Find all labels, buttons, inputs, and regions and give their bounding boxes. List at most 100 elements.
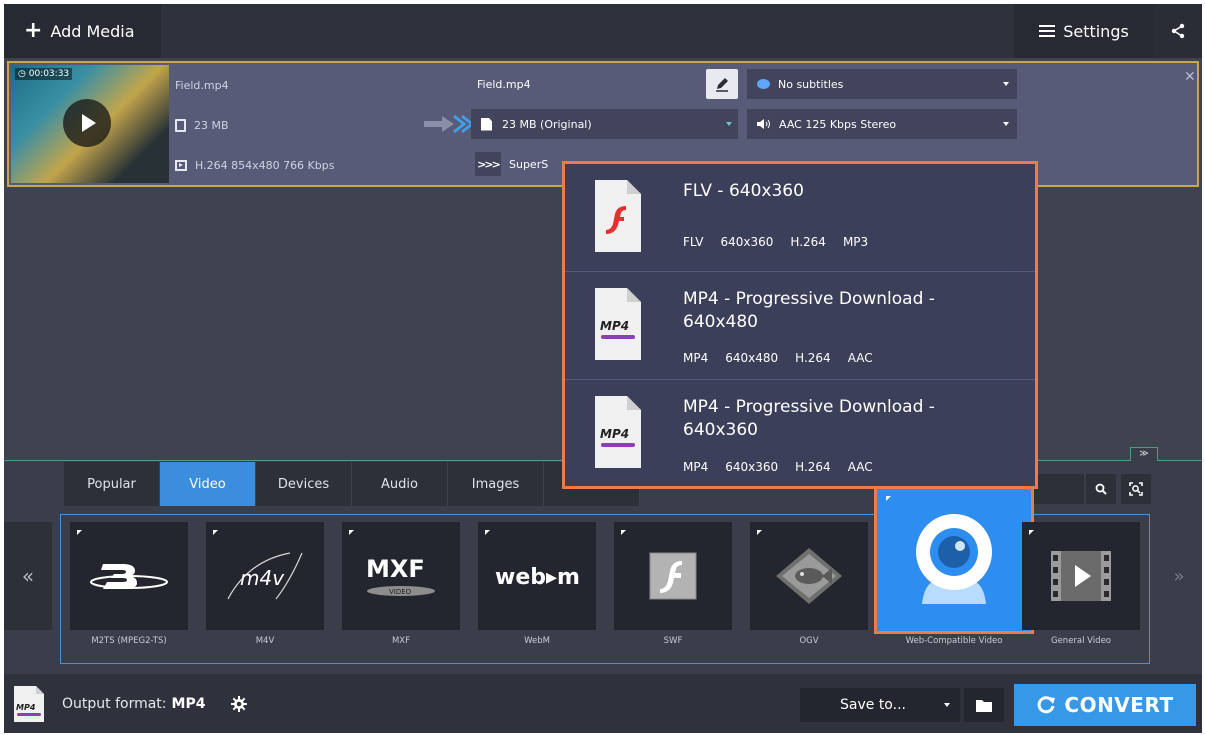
source-filename: Field.mp4 [175,79,229,92]
bluray-icon [90,564,168,589]
mp4-file-icon: MP4 [595,396,641,468]
format-label-m4v: M4V [255,636,275,646]
file-icon [175,119,186,132]
svg-text:MP4: MP4 [600,319,629,333]
quality-button[interactable]: >>> SuperS [471,149,561,179]
close-icon[interactable]: ✕ [1184,69,1196,85]
detect-device-button[interactable] [1121,474,1151,504]
pencil-icon [716,78,728,92]
source-size: 23 MB [175,119,229,132]
preset-title: MP4 - Progressive Download - 640x360 [683,397,935,440]
rename-button[interactable] [706,69,738,99]
svg-text:web▸m: web▸m [495,565,580,590]
output-format-label: Output format: MP4 [62,695,206,712]
video-icon [175,160,187,171]
share-button[interactable] [1154,4,1202,58]
format-label-general-video: General Video [1050,636,1111,646]
scroll-right-button[interactable]: » [1156,522,1202,630]
refresh-icon [1038,696,1056,714]
open-folder-button[interactable] [964,688,1004,722]
format-label-web-compatible: Web-Compatible Video [905,636,1003,646]
tab-images[interactable]: Images [448,462,544,506]
svg-text:MP4: MP4 [600,427,629,441]
source-codec: H.264 854x480 766 Kbps [175,159,334,172]
convert-arrow-icon [424,114,474,134]
add-media-button[interactable]: + Add Media [4,4,161,58]
collapse-panel-icon[interactable]: ≫ [1130,447,1158,461]
scroll-left-button[interactable]: « [4,522,52,630]
format-tile-swf[interactable] [614,522,732,630]
svg-text:MXF: MXF [366,555,425,583]
format-label-webm: WebM [524,636,550,646]
preset-popup: FLV - 640x360 FLV 640x360 H.264 MP3 MP4 MP4… [562,161,1038,489]
webcam-icon [916,514,992,604]
mxf-icon: MXF VIDEO [366,555,435,596]
tab-video[interactable]: Video [160,462,256,506]
chevron-down-icon [1003,122,1009,126]
film-play-icon [1051,551,1111,601]
mp4-file-icon: MP4 [14,686,44,722]
format-tile-m4v[interactable]: m4v [206,522,324,630]
app-window: + Add Media Settings ◷ 00:03:33 Field.mp… [4,4,1202,733]
format-tabs: Popular Video Devices Audio Images Custo… [64,462,640,506]
m4v-icon: m4v [227,552,303,600]
preset-item-mp4-640x480[interactable]: MP4 MP4 - Progressive Download - 640x480… [565,272,1035,380]
convert-button[interactable]: CONVERT [1014,684,1196,726]
speech-bubble-icon [757,79,770,89]
video-thumbnail[interactable]: ◷ 00:03:33 [11,65,169,183]
output-filename[interactable]: Field.mp4 [471,69,741,99]
duration-badge: ◷ 00:03:33 [15,68,73,80]
preset-item-flv-640x360[interactable]: FLV - 640x360 FLV 640x360 H.264 MP3 [565,164,1035,272]
preset-specs: FLV 640x360 H.264 MP3 [683,235,869,249]
format-tile-web-compatible[interactable] [874,484,1034,634]
play-icon[interactable] [63,99,111,147]
search-button[interactable] [1086,474,1116,504]
settings-label: Settings [1063,21,1129,41]
output-size-select[interactable]: 23 MB (Original) [471,109,738,139]
save-to-select[interactable]: Save to... [800,688,960,722]
device-search-icon [1129,482,1143,496]
settings-button[interactable]: Settings [1014,4,1154,58]
format-tile-webm[interactable]: web▸m [478,522,596,630]
top-toolbar: + Add Media Settings [4,4,1202,58]
add-media-label: Add Media [50,21,135,41]
tab-popular[interactable]: Popular [64,462,160,506]
bottom-bar: MP4 Output format: MP4 Save to... CONVER… [4,674,1202,733]
chevron-down-icon [944,703,950,707]
gear-icon [231,696,247,712]
mp4-file-icon: MP4 [595,288,641,360]
svg-text:m4v: m4v [240,566,285,590]
chevron-down-icon [1003,82,1009,86]
preset-specs: MP4 640x360 H.264 AAC [683,460,873,474]
tab-audio[interactable]: Audio [352,462,448,506]
ogv-fish-icon [776,548,842,604]
format-label-m2ts: M2TS (MPEG2-TS) [91,636,167,646]
chevron-down-icon [726,122,732,126]
svg-text:VIDEO: VIDEO [389,588,412,596]
format-label-swf: SWF [663,636,683,646]
format-tile-ogv[interactable] [750,522,868,630]
folder-icon [976,699,992,712]
tab-devices[interactable]: Devices [256,462,352,506]
format-tile-m2ts[interactable] [70,522,188,630]
quality-icon: >>> [475,152,501,176]
format-label-mxf: MXF [391,636,411,646]
plus-icon: + [24,18,43,43]
format-settings-button[interactable] [224,690,254,718]
subtitles-select[interactable]: No subtitles [747,69,1017,99]
format-tile-general-video[interactable] [1022,522,1140,630]
webm-icon: web▸m [495,565,580,590]
audio-track-select[interactable]: AAC 125 Kbps Stereo [747,109,1017,139]
format-tile-mxf[interactable]: MXF VIDEO [342,522,460,630]
preset-title: FLV - 640x360 [683,181,804,201]
menu-icon [1039,25,1056,37]
svg-text:MP4: MP4 [16,703,36,712]
preset-specs: MP4 640x480 H.264 AAC [683,351,873,365]
file-icon [481,117,492,131]
flash-icon [649,552,697,600]
share-icon [1171,23,1185,39]
flash-file-icon [595,180,641,252]
output-format-value: MP4 [171,695,206,712]
preset-item-mp4-640x360[interactable]: MP4 MP4 - Progressive Download - 640x360… [565,380,1035,488]
format-label-ogv: OGV [799,636,819,646]
